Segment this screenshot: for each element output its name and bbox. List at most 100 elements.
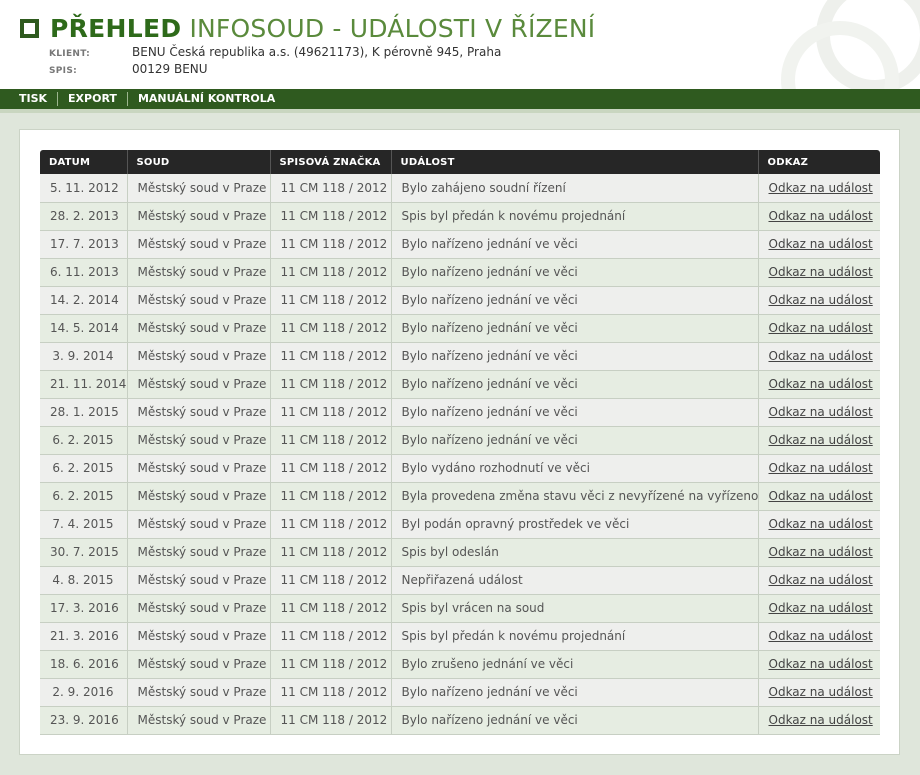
table-row: 28. 1. 2015 Městský soud v Praze 11 CM 118…	[40, 398, 880, 427]
event-link[interactable]: Odkaz na událost	[769, 321, 873, 335]
cell-file-number: 11 CM 118 / 2012	[270, 706, 392, 735]
event-link[interactable]: Odkaz na událost	[769, 685, 873, 699]
event-link[interactable]: Odkaz na událost	[769, 349, 873, 363]
cell-file-number: 11 CM 118 / 2012	[270, 510, 392, 539]
cell-court: Městský soud v Praze	[127, 286, 271, 315]
cell-file-number: 11 CM 118 / 2012	[270, 594, 392, 623]
cell-date: 4. 8. 2015	[40, 566, 128, 595]
cell-link: Odkaz na událost	[758, 482, 880, 511]
cell-date: 3. 9. 2014	[40, 342, 128, 371]
spis-value: 00129 BENU	[132, 62, 208, 76]
cell-court: Městský soud v Praze	[127, 510, 271, 539]
table-row: 14. 5. 2014 Městský soud v Praze 11 CM 118…	[40, 314, 880, 343]
cell-date: 2. 9. 2016	[40, 678, 128, 707]
event-link[interactable]: Odkaz na událost	[769, 629, 873, 643]
table-row: 6. 2. 2015 Městský soud v Praze 11 CM 118 …	[40, 454, 880, 483]
cell-event: Bylo nařízeno jednání ve věci	[391, 706, 759, 735]
event-link[interactable]: Odkaz na událost	[769, 293, 873, 307]
event-link[interactable]: Odkaz na událost	[769, 461, 873, 475]
cell-file-number: 11 CM 118 / 2012	[270, 370, 392, 399]
cell-event: Bylo nařízeno jednání ve věci	[391, 258, 759, 287]
cell-file-number: 11 CM 118 / 2012	[270, 454, 392, 483]
cell-link: Odkaz na událost	[758, 622, 880, 651]
table-row: 3. 9. 2014 Městský soud v Praze 11 CM 118 …	[40, 342, 880, 371]
cell-court: Městský soud v Praze	[127, 594, 271, 623]
cell-file-number: 11 CM 118 / 2012	[270, 566, 392, 595]
cell-court: Městský soud v Praze	[127, 454, 271, 483]
table-row: 5. 11. 2012 Městský soud v Praze 11 CM 118…	[40, 174, 880, 203]
cell-court: Městský soud v Praze	[127, 174, 271, 203]
event-link[interactable]: Odkaz na událost	[769, 713, 873, 727]
cell-link: Odkaz na událost	[758, 258, 880, 287]
event-link[interactable]: Odkaz na událost	[769, 517, 873, 531]
column-header-link[interactable]: ODKAZ	[758, 150, 880, 174]
event-link[interactable]: Odkaz na událost	[769, 601, 873, 615]
cell-file-number: 11 CM 118 / 2012	[270, 314, 392, 343]
cell-court: Městský soud v Praze	[127, 566, 271, 595]
cell-event: Bylo nařízeno jednání ve věci	[391, 286, 759, 315]
table-row: 6. 2. 2015 Městský soud v Praze 11 CM 118 …	[40, 426, 880, 455]
cell-date: 6. 2. 2015	[40, 482, 128, 511]
cell-link: Odkaz na událost	[758, 286, 880, 315]
cell-date: 14. 5. 2014	[40, 314, 128, 343]
cell-court: Městský soud v Praze	[127, 622, 271, 651]
cell-date: 18. 6. 2016	[40, 650, 128, 679]
event-link[interactable]: Odkaz na událost	[769, 209, 873, 223]
cell-link: Odkaz na událost	[758, 230, 880, 259]
cell-court: Městský soud v Praze	[127, 370, 271, 399]
event-link[interactable]: Odkaz na událost	[769, 181, 873, 195]
cell-court: Městský soud v Praze	[127, 398, 271, 427]
cell-court: Městský soud v Praze	[127, 426, 271, 455]
cell-link: Odkaz na událost	[758, 594, 880, 623]
event-link[interactable]: Odkaz na událost	[769, 573, 873, 587]
decorative-rings-logo	[781, 0, 920, 89]
cell-event: Byla provedena změna stavu věci z nevyří…	[391, 482, 759, 511]
client-info: KLIENT: BENU Česká republika a.s. (49621…	[49, 45, 501, 59]
cell-file-number: 11 CM 118 / 2012	[270, 538, 392, 567]
cell-link: Odkaz na událost	[758, 510, 880, 539]
column-header-file-number[interactable]: SPISOVÁ ZNAČKA	[270, 150, 392, 174]
spis-info: SPIS: 00129 BENU	[49, 62, 208, 76]
table-row: 30. 7. 2015 Městský soud v Praze 11 CM 118…	[40, 538, 880, 567]
cell-link: Odkaz na událost	[758, 454, 880, 483]
cell-link: Odkaz na událost	[758, 650, 880, 679]
table-row: 7. 4. 2015 Městský soud v Praze 11 CM 118 …	[40, 510, 880, 539]
cell-link: Odkaz na událost	[758, 566, 880, 595]
menu-export-button[interactable]: EXPORT	[57, 92, 127, 106]
event-link[interactable]: Odkaz na událost	[769, 237, 873, 251]
event-link[interactable]: Odkaz na událost	[769, 489, 873, 503]
cell-file-number: 11 CM 118 / 2012	[270, 426, 392, 455]
cell-event: Bylo nařízeno jednání ve věci	[391, 314, 759, 343]
menu-print-button[interactable]: TISK	[0, 92, 57, 106]
cell-date: 6. 2. 2015	[40, 454, 128, 483]
cell-court: Městský soud v Praze	[127, 538, 271, 567]
client-value: BENU Česká republika a.s. (49621173), K …	[132, 45, 502, 59]
cell-file-number: 11 CM 118 / 2012	[270, 622, 392, 651]
event-link[interactable]: Odkaz na událost	[769, 265, 873, 279]
cell-link: Odkaz na událost	[758, 706, 880, 735]
column-header-date[interactable]: DATUM	[40, 150, 128, 174]
cell-date: 21. 3. 2016	[40, 622, 128, 651]
cell-event: Bylo nařízeno jednání ve věci	[391, 678, 759, 707]
cell-court: Městský soud v Praze	[127, 342, 271, 371]
table-row: 2. 9. 2016 Městský soud v Praze 11 CM 118 …	[40, 678, 880, 707]
cell-file-number: 11 CM 118 / 2012	[270, 202, 392, 231]
cell-file-number: 11 CM 118 / 2012	[270, 482, 392, 511]
column-header-court[interactable]: SOUD	[127, 150, 271, 174]
spis-label: SPIS:	[49, 66, 78, 76]
cell-court: Městský soud v Praze	[127, 650, 271, 679]
event-link[interactable]: Odkaz na událost	[769, 377, 873, 391]
cell-date: 28. 2. 2013	[40, 202, 128, 231]
cell-link: Odkaz na událost	[758, 174, 880, 203]
menu-manual-check-button[interactable]: MANUÁLNÍ KONTROLA	[126, 92, 285, 106]
event-link[interactable]: Odkaz na událost	[769, 657, 873, 671]
cell-date: 14. 2. 2014	[40, 286, 128, 315]
column-header-event[interactable]: UDÁLOST	[391, 150, 759, 174]
event-link[interactable]: Odkaz na událost	[769, 433, 873, 447]
checkbox-square-icon	[20, 19, 39, 38]
table-header-row: DATUM SOUD SPISOVÁ ZNAČKA UDÁLOST ODKAZ	[40, 150, 880, 174]
cell-file-number: 11 CM 118 / 2012	[270, 342, 392, 371]
cell-link: Odkaz na událost	[758, 398, 880, 427]
event-link[interactable]: Odkaz na událost	[769, 545, 873, 559]
event-link[interactable]: Odkaz na událost	[769, 405, 873, 419]
